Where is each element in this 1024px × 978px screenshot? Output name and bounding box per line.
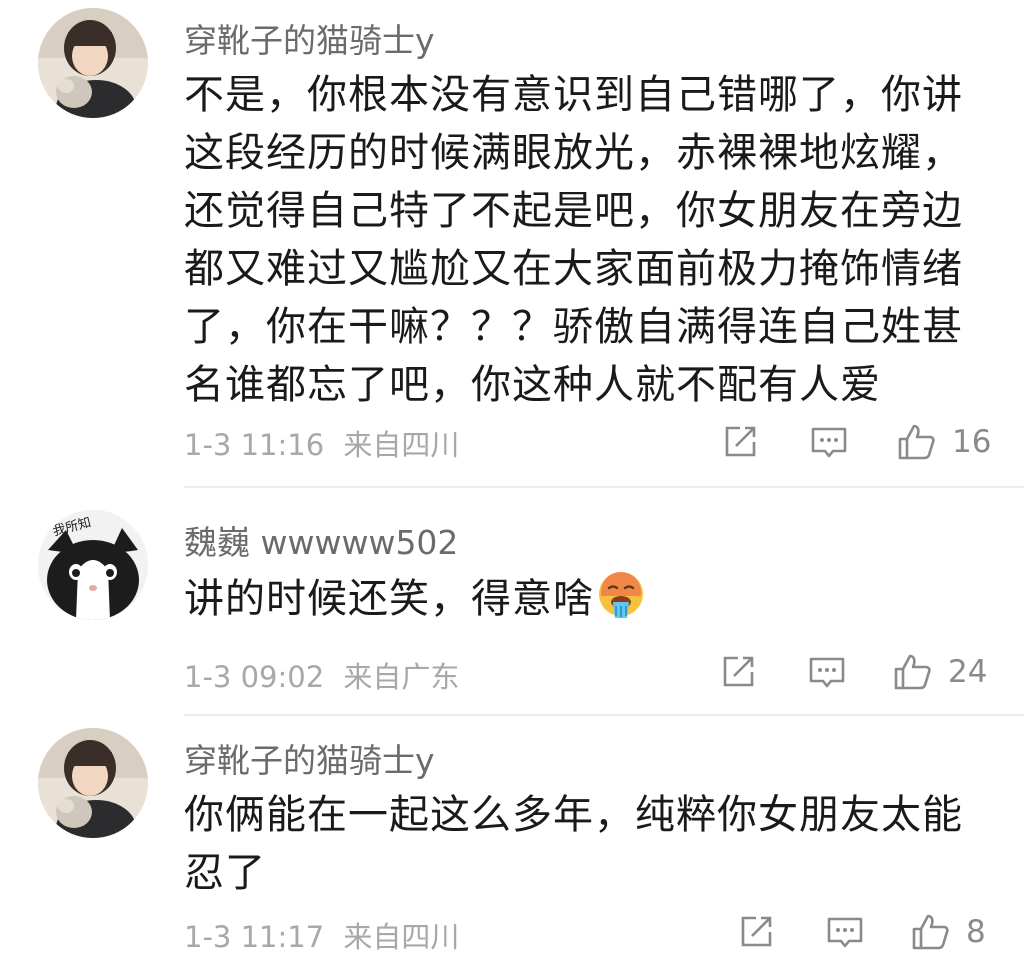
girl-avatar-icon	[38, 728, 148, 838]
comment-meta: 1-3 09:02 来自广东	[184, 654, 469, 696]
username[interactable]: 魏巍 wwwww502	[184, 516, 458, 564]
comment-text: 不是，你根本没有意识到自己错哪了，你讲这段经历的时候满眼放光，赤裸裸地炫耀，还觉…	[184, 72, 963, 408]
comment-item: 穿靴子的猫骑士y 你俩能在一起这么多年，纯粹你女朋友太能忍了 1-3 11:17…	[0, 716, 1024, 978]
comment-actions: 8	[736, 912, 990, 952]
like-button[interactable]	[892, 652, 934, 692]
comment-location: 来自广东	[343, 660, 460, 694]
comment-actions: 16	[720, 422, 992, 462]
drooling-hot-face-emoji	[599, 572, 643, 618]
reply-button[interactable]	[808, 422, 850, 462]
comment-location: 来自四川	[343, 428, 460, 462]
comment-text: 讲的时候还笑，得意啥	[184, 570, 996, 628]
like-count: 8	[966, 914, 986, 950]
username[interactable]: 穿靴子的猫骑士y	[184, 14, 435, 62]
like-button[interactable]	[896, 422, 938, 462]
share-button[interactable]	[736, 912, 776, 952]
username[interactable]: 穿靴子的猫骑士y	[184, 734, 435, 782]
like-count: 16	[952, 424, 992, 460]
comment-meta: 1-3 11:16 来自四川	[184, 422, 469, 464]
comment-date: 1-3 11:16	[184, 428, 325, 462]
thumbs-up-icon	[912, 914, 949, 950]
comment-icon	[811, 427, 847, 458]
comment-date: 1-3 11:17	[184, 920, 325, 954]
share-icon	[741, 916, 772, 947]
like-button[interactable]	[910, 912, 952, 952]
user-avatar[interactable]: 我所知	[38, 510, 148, 620]
share-button[interactable]	[720, 422, 760, 462]
user-avatar[interactable]	[38, 728, 148, 838]
reply-button[interactable]	[806, 652, 848, 692]
comment-text: 你俩能在一起这么多年，纯粹你女朋友太能忍了	[184, 792, 963, 896]
comment-actions: 24	[718, 652, 990, 692]
comment-date: 1-3 09:02	[184, 660, 325, 694]
share-button[interactable]	[718, 652, 758, 692]
reply-button[interactable]	[824, 912, 866, 952]
girl-avatar-icon	[38, 8, 148, 118]
comment-meta: 1-3 11:17 来自四川	[184, 914, 469, 956]
comment-location: 来自四川	[343, 920, 460, 954]
comment-text-body: 讲的时候还笑，得意啥	[184, 576, 594, 622]
thumbs-up-icon	[894, 654, 931, 690]
comment-icon	[827, 917, 863, 948]
share-icon	[725, 426, 756, 457]
comment-icon	[809, 657, 845, 688]
thumbs-up-icon	[898, 424, 935, 460]
comment-item: 我所知 魏巍 wwwww502 讲的时候还笑，得意啥 1-3 09:02 来自广…	[0, 488, 1024, 716]
user-avatar[interactable]	[38, 8, 148, 118]
share-icon	[723, 656, 754, 687]
like-count: 24	[948, 654, 988, 690]
comment-item: 穿靴子的猫骑士y 不是，你根本没有意识到自己错哪了，你讲这段经历的时候满眼放光，…	[0, 0, 1024, 488]
